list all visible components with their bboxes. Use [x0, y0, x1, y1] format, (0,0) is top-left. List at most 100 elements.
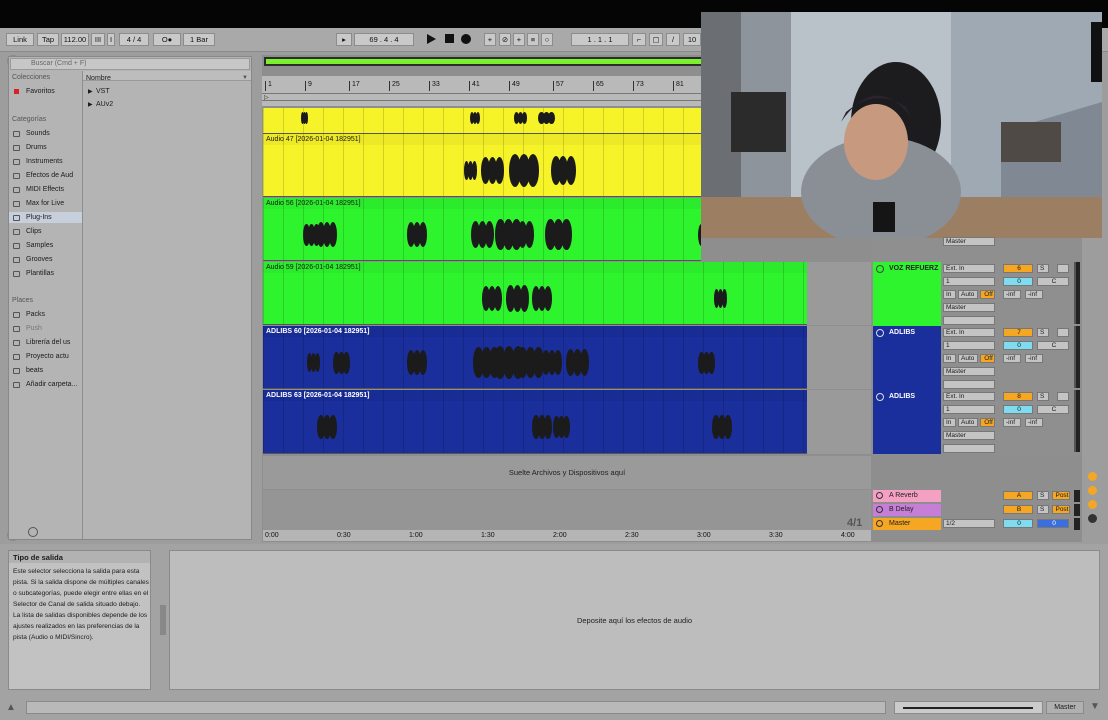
solo-button[interactable]: S — [1037, 392, 1049, 401]
nudge-up-icon[interactable]: I — [107, 33, 115, 46]
tempo-field[interactable]: 112.00 — [61, 33, 89, 46]
arrangement-track[interactable]: Audio 59 [2026-01-04 182951] — [263, 262, 807, 325]
post-button[interactable]: Post — [1052, 505, 1070, 514]
browser-preview-icon[interactable] — [28, 527, 38, 537]
category-item[interactable]: Samples — [13, 242, 53, 249]
input-channel-menu[interactable]: 1 — [943, 341, 995, 350]
pan-field[interactable]: C — [1037, 405, 1069, 414]
output-channel-menu[interactable] — [943, 380, 995, 389]
monitor-auto-button[interactable]: Auto — [958, 290, 978, 299]
monitor-off-button[interactable]: Off — [980, 418, 995, 427]
output-type-menu[interactable]: Master — [943, 303, 995, 312]
info-toggle-icon[interactable]: ▲ — [6, 702, 16, 713]
auv2-expand-icon[interactable]: ▶ — [88, 101, 93, 108]
loop-length-field[interactable]: 10 — [683, 33, 701, 46]
output-channel-menu[interactable] — [943, 444, 995, 453]
beat-ruler[interactable]: ▷ 1 9 17 25 33 41 49 57 65 73 81 — [262, 76, 712, 106]
mixer-toggle-icon[interactable] — [1088, 514, 1097, 523]
capture-icon[interactable]: + — [513, 33, 525, 46]
volume-field[interactable]: 0 — [1003, 405, 1033, 414]
session-record-icon[interactable]: ≡ — [527, 33, 539, 46]
monitor-in-button[interactable]: In — [943, 354, 956, 363]
post-button[interactable]: Post — [1052, 491, 1070, 500]
category-item[interactable]: Clips — [13, 228, 42, 235]
output-type-menu[interactable]: Master — [943, 367, 995, 376]
return-fold-icon[interactable] — [876, 492, 883, 499]
track-fold-icon[interactable] — [876, 393, 884, 401]
input-channel-menu[interactable]: 1 — [943, 405, 995, 414]
master-pan-field[interactable]: 0 — [1037, 519, 1069, 528]
pan-field[interactable]: C — [1037, 277, 1069, 286]
place-item[interactable]: Packs — [13, 311, 45, 318]
arm-record-icon[interactable] — [1057, 264, 1069, 273]
detail-toggle-icon[interactable]: ▼ — [1090, 701, 1100, 712]
track-overview-mini[interactable] — [894, 701, 1043, 714]
tap-button[interactable]: Tap — [37, 33, 59, 46]
input-type-menu[interactable]: Ext. In — [943, 392, 995, 401]
volume-field[interactable]: 0 — [1003, 341, 1033, 350]
place-item[interactable]: Librería del us — [13, 339, 70, 346]
position-field[interactable]: 69 . 4 . 4 — [354, 33, 414, 46]
returns-toggle-icon[interactable] — [1088, 500, 1097, 509]
signature-field[interactable]: 4 / 4 — [119, 33, 149, 46]
output-type-menu[interactable]: Master — [943, 431, 995, 440]
time-ruler[interactable]: 0:00 0:30 1:00 1:30 2:00 2:30 3:00 3:30 4:00 — [263, 530, 871, 541]
monitor-off-button[interactable]: Off — [980, 290, 995, 299]
return-letter[interactable]: A — [1003, 491, 1033, 500]
track-name[interactable]: VOZ REFUERZ — [889, 265, 938, 272]
folder-vst[interactable]: VST — [96, 88, 110, 95]
place-item[interactable]: beats — [13, 367, 43, 374]
return-name[interactable]: A Reverb — [889, 492, 918, 499]
track-name[interactable]: ADLIBS — [889, 329, 915, 336]
stop-icon[interactable] — [445, 34, 454, 43]
monitor-auto-button[interactable]: Auto — [958, 354, 978, 363]
output-type-menu[interactable]: Master — [943, 237, 995, 246]
category-item[interactable]: Drums — [13, 144, 47, 151]
arrangement-track[interactable]: Audio 47 [2026-01-04 182951] — [263, 134, 701, 197]
return-name[interactable]: Master — [889, 520, 910, 527]
category-item[interactable]: Grooves — [13, 256, 52, 263]
column-menu-icon[interactable]: ▼ — [242, 75, 248, 81]
link-button[interactable]: Link — [6, 33, 34, 46]
automation-arm-icon[interactable]: ⊘ — [499, 33, 511, 46]
place-item[interactable]: Proyecto actu — [13, 353, 69, 360]
monitor-in-button[interactable]: In — [943, 418, 956, 427]
detail-splitter[interactable] — [160, 605, 166, 635]
sends-toggle-icon[interactable] — [1088, 486, 1097, 495]
loop-icon[interactable]: ○ — [541, 33, 553, 46]
play-icon[interactable] — [427, 34, 436, 44]
punch-out-icon[interactable]: / — [666, 33, 680, 46]
drop-zone[interactable]: Suelte Archivos y Dispositivos aquí — [263, 456, 871, 489]
volume-field[interactable]: 0 — [1003, 277, 1033, 286]
overdub-icon[interactable]: + — [484, 33, 496, 46]
category-item[interactable]: Instruments — [13, 158, 63, 165]
record-icon[interactable] — [461, 34, 471, 44]
nombre-column-header[interactable]: Nombre — [86, 75, 111, 82]
return-name[interactable]: B Delay — [889, 506, 914, 513]
category-item[interactable]: Plug-Ins — [13, 214, 52, 221]
loop-start-field[interactable]: 1 . 1 . 1 — [571, 33, 629, 46]
solo-button[interactable]: S — [1037, 328, 1049, 337]
place-item[interactable]: Push — [13, 325, 42, 332]
category-item[interactable]: MIDI Effects — [13, 186, 64, 193]
solo-button[interactable]: S — [1037, 505, 1049, 514]
place-item[interactable]: Añadir carpeta... — [13, 381, 77, 388]
follow-icon[interactable]: ▸ — [336, 33, 352, 46]
solo-button[interactable]: S — [1037, 264, 1049, 273]
master-routing-menu[interactable]: 1/2 — [943, 519, 995, 528]
loop-switch-icon[interactable]: ▢ — [649, 33, 663, 46]
nudge-icon[interactable]: III — [91, 33, 105, 46]
output-channel-menu[interactable] — [943, 316, 995, 325]
device-chain[interactable]: Deposite aquí los efectos de audio — [169, 550, 1100, 690]
search-input[interactable]: Buscar (Cmd + F) — [10, 58, 250, 70]
monitor-in-button[interactable]: In — [943, 290, 956, 299]
track-number[interactable]: 8 — [1003, 392, 1033, 401]
monitor-off-button[interactable]: Off — [980, 354, 995, 363]
track-fold-icon[interactable] — [876, 265, 884, 273]
arrangement-track[interactable]: Audio 56 [2026-01-04 182951] — [263, 198, 701, 261]
track-number[interactable]: 7 — [1003, 328, 1033, 337]
input-channel-menu[interactable]: 1 — [943, 277, 995, 286]
arm-record-icon[interactable] — [1057, 392, 1069, 401]
arm-record-icon[interactable] — [1057, 328, 1069, 337]
track-number[interactable]: 6 — [1003, 264, 1033, 273]
